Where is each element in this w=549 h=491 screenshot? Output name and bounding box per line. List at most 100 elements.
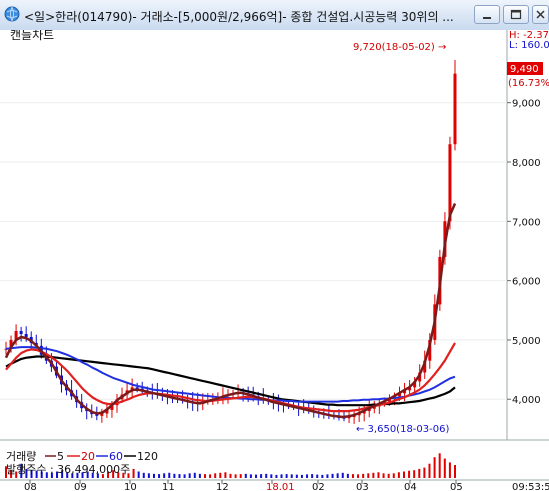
globe-icon[interactable] xyxy=(4,6,20,22)
volume-bar xyxy=(163,473,166,478)
volume-bar xyxy=(362,473,365,478)
volume-bar xyxy=(311,474,314,478)
volume-bar xyxy=(224,472,227,478)
volume-bar xyxy=(142,472,145,478)
candle-body xyxy=(19,331,23,335)
volume-bar xyxy=(265,473,268,478)
volume-bar xyxy=(239,474,242,478)
price-tick-label: 9,000 xyxy=(512,99,541,110)
legend-ma120: 120 xyxy=(137,450,158,463)
volume-bar xyxy=(428,463,431,478)
volume-bar xyxy=(448,462,451,478)
volume-bar xyxy=(387,473,390,478)
volume-bar xyxy=(183,474,186,478)
candle-body xyxy=(24,334,28,337)
close-button[interactable] xyxy=(532,5,549,24)
volume-bar xyxy=(234,474,237,478)
volume-bar xyxy=(229,473,232,478)
volume-bar xyxy=(346,473,349,478)
chart-area[interactable]: 9,000 8,000 7,000 6,000 5,000 4,000 08 09 10 11 1… xyxy=(0,30,549,491)
volume-bar xyxy=(193,472,196,478)
volume-bar xyxy=(433,457,436,478)
volume-bar xyxy=(168,472,171,478)
volume-bar xyxy=(438,453,441,478)
volume-bar xyxy=(423,467,426,478)
volume-bar xyxy=(418,468,421,478)
low-label: L: 160.0 xyxy=(509,40,549,51)
volume-bar xyxy=(372,472,375,478)
volume-bar xyxy=(443,458,446,478)
date-tick-label: 10 xyxy=(124,482,137,491)
max-annotation: 9,720(18-05-02) → xyxy=(353,42,446,53)
price-tick-label: 6,000 xyxy=(512,277,541,288)
volume-bar xyxy=(214,473,217,478)
volume-bar xyxy=(270,474,273,478)
volume-bar xyxy=(316,474,319,478)
maximize-icon xyxy=(510,9,522,20)
window-titlebar: <일>한라(014790)- 거래소-[5,000원/2,966억]- 종합 건… xyxy=(0,0,549,31)
legend-ma5: 5 xyxy=(57,450,64,463)
volume-bar xyxy=(198,473,201,478)
volume-bar xyxy=(306,474,309,478)
volume-bar xyxy=(280,474,283,478)
volume-bar xyxy=(341,472,344,478)
volume-bar xyxy=(173,473,176,478)
clock: 09:53:5 xyxy=(512,482,549,491)
minimize-icon xyxy=(483,17,491,19)
date-tick-label: 02 xyxy=(312,482,325,491)
volume-bar xyxy=(132,468,135,478)
maximize-button[interactable] xyxy=(503,5,529,24)
volume-bar xyxy=(209,474,212,478)
volume-legend-label: 거래량 xyxy=(6,450,36,463)
volume-bar xyxy=(382,473,385,478)
volume-bar xyxy=(336,473,339,478)
volume-bar xyxy=(137,471,140,478)
date-tick-label: 04 xyxy=(404,482,417,491)
current-price: 9,490 xyxy=(510,64,539,75)
volume-bar xyxy=(402,471,405,478)
candle-body xyxy=(135,387,139,389)
volume-bar xyxy=(295,474,298,478)
volume-bar xyxy=(249,474,252,478)
date-tick-label: 11 xyxy=(162,482,175,491)
volume-bar xyxy=(203,474,206,478)
volume-bar xyxy=(321,474,324,478)
volume-bar xyxy=(178,474,181,478)
volume-bar xyxy=(255,474,258,478)
volume-bar xyxy=(275,474,278,478)
date-tick-label: 12 xyxy=(216,482,229,491)
date-tick-label: 08 xyxy=(24,482,37,491)
volume-bar xyxy=(188,473,191,478)
price-tick-label: 7,000 xyxy=(512,217,541,228)
volume-bar xyxy=(392,473,395,478)
legend-ma60: 60 xyxy=(109,450,123,463)
date-tick-label: 09 xyxy=(74,482,87,491)
min-annotation: ← 3,650(18-03-06) xyxy=(356,424,449,435)
volume-bar xyxy=(351,474,354,478)
legend-ma20: 20 xyxy=(81,450,95,463)
volume-bar xyxy=(260,474,263,478)
volume-bar xyxy=(244,473,247,478)
price-tick-label: 8,000 xyxy=(512,158,541,169)
volume-bar xyxy=(408,470,411,478)
volume-bar xyxy=(454,465,456,478)
volume-bar xyxy=(413,470,416,478)
date-tick-label: 18.01 xyxy=(266,482,295,491)
volume-bar xyxy=(300,474,303,478)
candle-body xyxy=(453,73,457,145)
volume-bar xyxy=(158,474,161,478)
volume-bar xyxy=(331,473,334,478)
close-icon xyxy=(536,10,545,19)
window-title: <일>한라(014790)- 거래소-[5,000원/2,966억]- 종합 건… xyxy=(24,10,454,24)
date-tick-label: 05 xyxy=(450,482,463,491)
price-tick-label: 4,000 xyxy=(512,395,541,406)
volume-bar xyxy=(147,473,150,478)
minimize-button[interactable] xyxy=(474,5,500,24)
shares-outstanding: 발행주수 : 36,494,000주 xyxy=(6,463,130,476)
price-tick-label: 5,000 xyxy=(512,336,541,347)
volume-bar xyxy=(285,474,288,478)
volume-bar xyxy=(290,474,293,478)
volume-bar xyxy=(219,472,222,478)
volume-bar xyxy=(152,473,155,478)
volume-bar xyxy=(326,474,329,478)
